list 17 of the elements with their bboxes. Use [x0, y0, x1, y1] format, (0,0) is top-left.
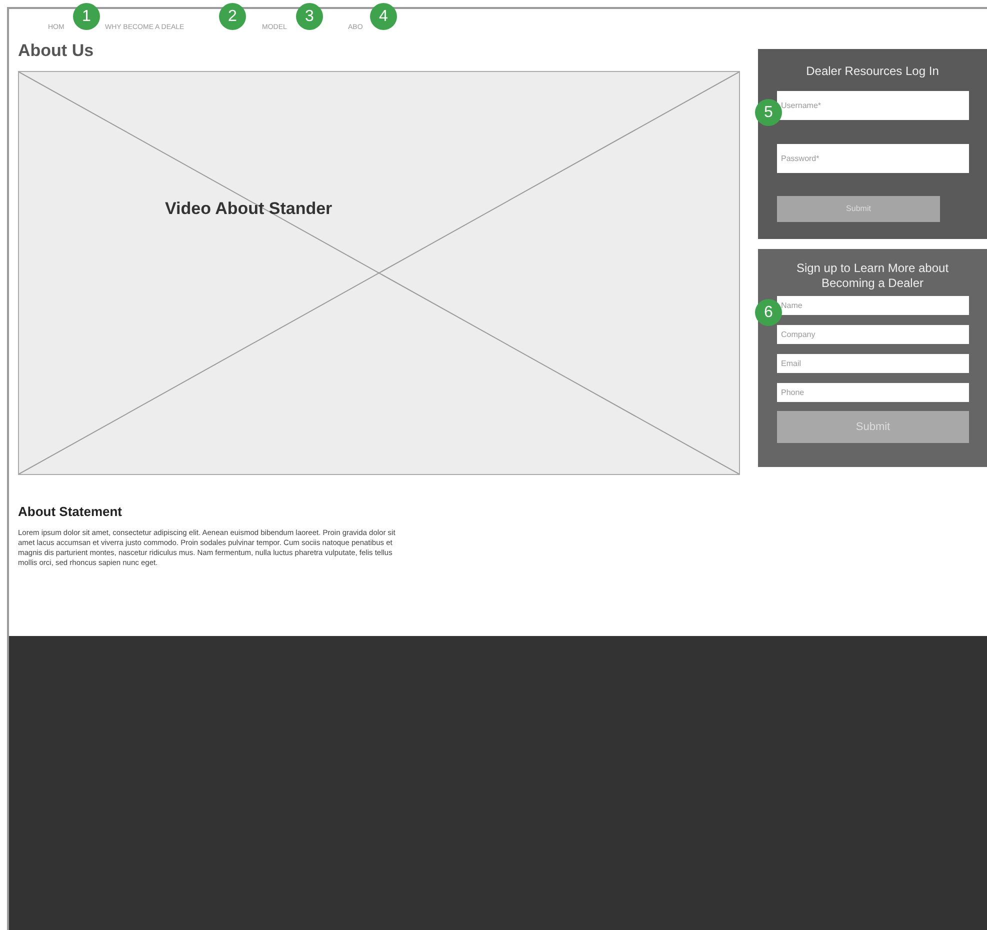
annotation-badge: 2 [219, 3, 246, 30]
input-field[interactable]: Password* [777, 144, 969, 173]
annotation-badge: 3 [296, 3, 323, 30]
page-title: About Us [18, 40, 95, 62]
login-title: Dealer Resources Log In [805, 63, 940, 80]
annotation-badge: 4 [370, 3, 397, 30]
signup-title: Sign up to Learn More about Becoming a Dealer [795, 261, 950, 291]
video-title: Video About Stander [165, 198, 332, 220]
statement-heading: About Statement [18, 503, 123, 521]
annotation-badge: 1 [73, 3, 100, 30]
input-field[interactable]: Phone [777, 383, 969, 402]
submit-button[interactable]: Submit [777, 196, 940, 222]
input-field[interactable]: Username* [777, 91, 969, 120]
input-field[interactable]: Name [777, 296, 969, 315]
video-placeholder[interactable]: Video About Stander [18, 71, 740, 475]
input-field[interactable]: Company [777, 325, 969, 344]
input-field[interactable]: Email [777, 354, 969, 373]
